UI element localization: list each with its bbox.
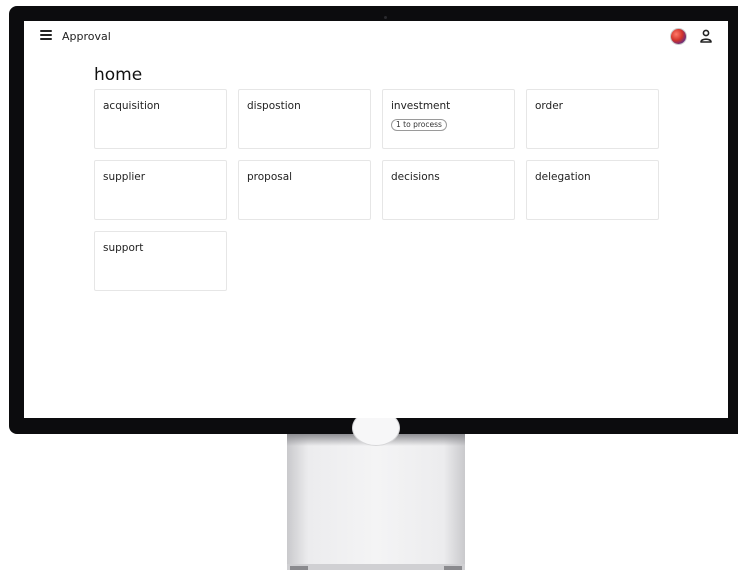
- page-title: home: [94, 65, 143, 85]
- card-order[interactable]: order: [526, 89, 659, 149]
- stand-foot: [287, 564, 465, 570]
- stand-foot-tab: [444, 566, 462, 570]
- card-proposal[interactable]: proposal: [238, 160, 371, 220]
- monitor-scene: Approval home acquisition dispostion inv…: [0, 0, 738, 570]
- card-dispostion[interactable]: dispostion: [238, 89, 371, 149]
- card-label: acquisition: [103, 100, 160, 112]
- card-acquisition[interactable]: acquisition: [94, 89, 227, 149]
- person-icon[interactable]: [700, 29, 712, 43]
- card-supplier[interactable]: supplier: [94, 160, 227, 220]
- card-support[interactable]: support: [94, 231, 227, 291]
- monitor-screen: Approval home acquisition dispostion inv…: [24, 21, 728, 418]
- card-grid: acquisition dispostion investment 1 to p…: [94, 89, 660, 291]
- monitor-stand: [287, 434, 465, 564]
- card-label: supplier: [103, 171, 146, 183]
- card-delegation[interactable]: delegation: [526, 160, 659, 220]
- card-label: investment: [391, 100, 451, 112]
- card-decisions[interactable]: decisions: [382, 160, 515, 220]
- app-title: Approval: [62, 30, 111, 43]
- flag-avatar[interactable]: [670, 28, 687, 45]
- process-count-badge: 1 to process: [391, 119, 447, 131]
- stand-foot-tab: [290, 566, 308, 570]
- app-bar: Approval: [24, 21, 728, 53]
- camera-dot: [384, 16, 387, 19]
- card-label: dispostion: [247, 100, 301, 112]
- hamburger-menu-icon[interactable]: [40, 30, 52, 40]
- card-label: proposal: [247, 171, 293, 183]
- card-label: delegation: [535, 171, 591, 183]
- card-label: order: [535, 100, 563, 112]
- card-label: support: [103, 242, 144, 254]
- card-investment[interactable]: investment 1 to process: [382, 89, 515, 149]
- card-label: decisions: [391, 171, 440, 183]
